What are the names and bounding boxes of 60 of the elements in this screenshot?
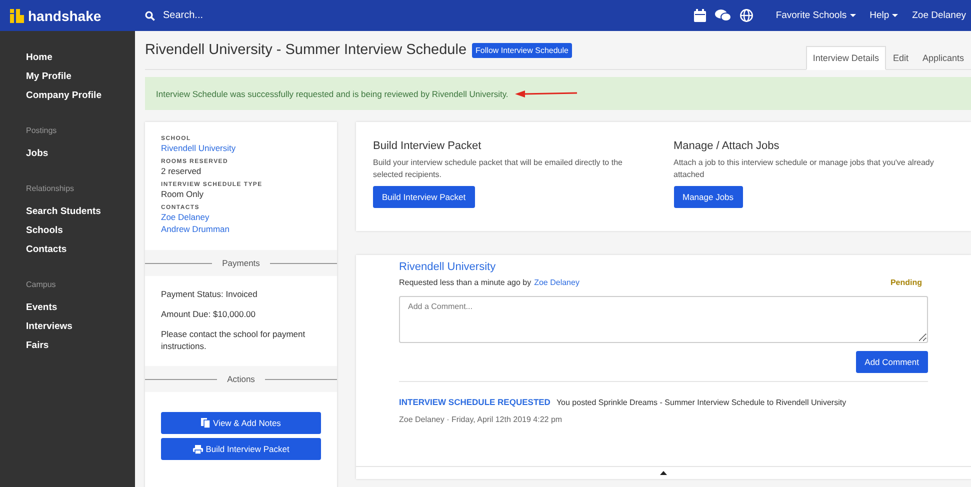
tool-description: Attach a job to this interview schedule or manage jobs that you've already attached bbox=[674, 157, 935, 181]
search-field[interactable]: Search... bbox=[161, 9, 365, 22]
status-label: Pending bbox=[890, 278, 922, 287]
search-icon bbox=[145, 10, 155, 20]
page-title: Rivendell University - Summer Interview Schedule bbox=[145, 42, 467, 58]
menu-button[interactable]: Favorite Schools bbox=[770, 10, 861, 21]
tool-title: Build Interview Packet bbox=[373, 140, 482, 152]
chat-icon[interactable] bbox=[714, 9, 731, 22]
payment-text: Please contact the school for payment instructions. bbox=[161, 328, 306, 352]
follow-button[interactable]: Follow Interview Schedule bbox=[472, 42, 572, 58]
field-link[interactable]: Rivendell University bbox=[161, 142, 321, 154]
payment-text: Amount Due: $10,000.00 bbox=[161, 308, 257, 320]
sidebar-item[interactable]: My Profile bbox=[0, 67, 135, 86]
calendar-icon[interactable] bbox=[694, 9, 706, 22]
action-button[interactable]: Build Interview Packet bbox=[161, 438, 321, 460]
tool-button[interactable]: Build Interview Packet bbox=[373, 186, 475, 208]
comment-field[interactable]: Add a Comment... bbox=[399, 296, 928, 343]
arrow-icon bbox=[515, 90, 578, 98]
tool-title: Manage / Attach Jobs bbox=[674, 140, 780, 152]
requester-link[interactable]: Zoe Delaney bbox=[534, 278, 580, 287]
printer-icon bbox=[192, 444, 203, 454]
sidebar-item[interactable]: Home bbox=[0, 48, 135, 67]
tab[interactable]: Interview Details bbox=[806, 46, 886, 70]
sidebar-item[interactable]: Jobs bbox=[0, 144, 135, 163]
tab[interactable]: Edit bbox=[886, 46, 916, 70]
logo-icon bbox=[10, 8, 24, 22]
payment-text: Payment Status: Invoiced bbox=[161, 288, 258, 300]
sidebar-heading: Postings bbox=[25, 126, 58, 135]
sidebar-item[interactable]: Contacts bbox=[0, 240, 135, 259]
sidebar-item[interactable]: Schools bbox=[0, 221, 135, 240]
sidebar-item[interactable]: Events bbox=[0, 298, 135, 317]
field-link[interactable]: Andrew Drumman bbox=[161, 223, 321, 235]
activity-tag: INTERVIEW SCHEDULE REQUESTED bbox=[399, 397, 550, 407]
caret-up-icon bbox=[660, 471, 667, 475]
menu-button[interactable]: Zoe Delaney bbox=[907, 10, 971, 21]
tool-description: Build your interview schedule packet that will be emailed directly to the selected recipients. bbox=[373, 157, 624, 181]
sidebar-heading: Campus bbox=[25, 280, 57, 289]
alert-message: Interview Schedule was successfully requested and is being reviewed by Rivendell University. bbox=[156, 88, 508, 98]
globe-icon[interactable] bbox=[740, 9, 753, 22]
sidebar-heading: Relationships bbox=[25, 184, 76, 193]
sidebar-item[interactable]: Interviews bbox=[0, 317, 135, 336]
request-text: Requested less than a minute ago by bbox=[399, 278, 532, 287]
activity-meta: Zoe Delaney · Friday, April 12th 2019 4:22 pm bbox=[399, 415, 564, 424]
tab[interactable]: Applicants bbox=[915, 46, 971, 70]
field-link[interactable]: Zoe Delaney bbox=[161, 211, 321, 223]
add-comment-button[interactable]: Add Comment bbox=[856, 351, 928, 373]
field-value: Room Only bbox=[161, 188, 205, 200]
menu-button[interactable]: Help bbox=[864, 10, 904, 21]
logo-text[interactable]: handshake bbox=[28, 8, 102, 24]
section-heading: Payments bbox=[222, 258, 260, 268]
action-button[interactable]: View & Add Notes bbox=[161, 412, 321, 434]
school-link[interactable]: Rivendell University bbox=[399, 261, 928, 273]
field-value: 2 reserved bbox=[161, 165, 202, 177]
sidebar-item[interactable]: Fairs bbox=[0, 336, 135, 355]
sidebar-item[interactable]: Search Students bbox=[0, 202, 135, 221]
activity-text: You posted Sprinkle Dreams - Summer Interview Schedule to Rivendell University bbox=[556, 398, 846, 407]
sidebar-item[interactable]: Company Profile bbox=[0, 86, 135, 105]
copy-icon bbox=[201, 418, 210, 428]
section-heading: Actions bbox=[227, 374, 255, 384]
tool-button[interactable]: Manage Jobs bbox=[674, 186, 743, 208]
